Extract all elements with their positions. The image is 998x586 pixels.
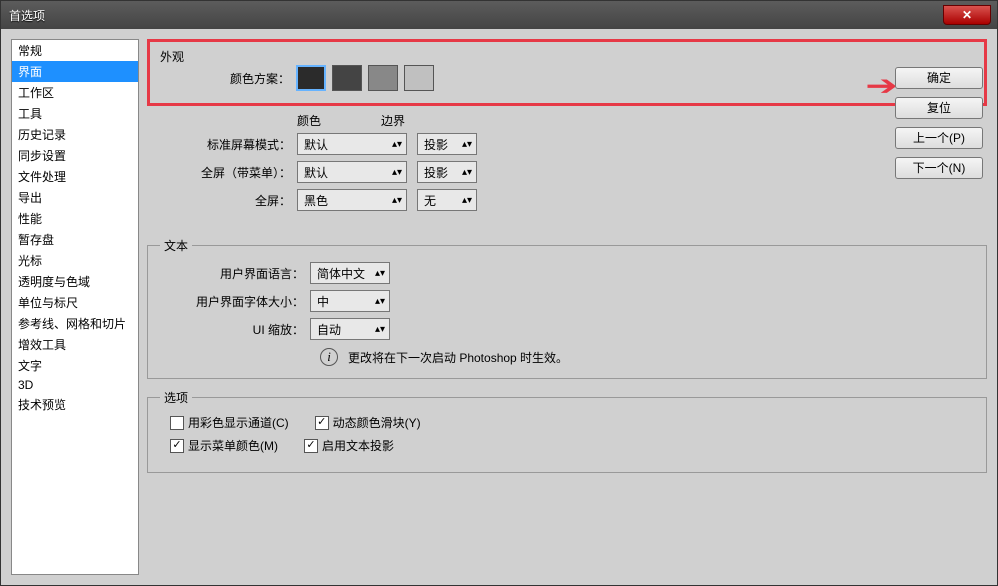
sidebar-item[interactable]: 增效工具 [12,334,138,355]
chevron-updown-icon: ▴▾ [462,139,472,150]
appearance-row: 标准屏幕模式：默认▴▾ 投影▴▾ [147,133,987,155]
text-legend: 文本 [160,237,192,254]
sidebar-item[interactable]: 参考线、网格和切片 [12,313,138,334]
chevron-updown-icon: ▴▾ [392,139,402,150]
border-select[interactable]: 投影▴▾ [417,161,477,183]
sidebar-item[interactable]: 工具 [12,103,138,124]
text-row: 用户界面语言：简体中文▴▾ [160,262,974,284]
row-label: 标准屏幕模式： [147,136,297,153]
chevron-updown-icon: ▴▾ [392,167,402,178]
border-select[interactable]: 投影▴▾ [417,133,477,155]
preferences-window: 首选项 ✕ 常规界面工作区工具历史记录同步设置文件处理导出性能暂存盘光标透明度与… [0,0,998,586]
text-fieldset: 文本 用户界面语言：简体中文▴▾用户界面字体大小：中▴▾UI 缩放：自动▴▾ i… [147,237,987,379]
category-sidebar[interactable]: 常规界面工作区工具历史记录同步设置文件处理导出性能暂存盘光标透明度与色域单位与标… [11,39,139,575]
sidebar-item[interactable]: 光标 [12,250,138,271]
color-swatch[interactable] [404,65,434,91]
sidebar-item[interactable]: 技术预览 [12,394,138,415]
sidebar-item[interactable]: 透明度与色域 [12,271,138,292]
sidebar-item[interactable]: 导出 [12,187,138,208]
options-row: ✓ 显示菜单颜色(M) ✓ 启用文本投影 [170,437,974,454]
text-row: 用户界面字体大小：中▴▾ [160,290,974,312]
row-label: 用户界面字体大小： [160,293,310,310]
options-legend: 选项 [160,389,192,406]
color-swatch[interactable] [332,65,362,91]
chevron-updown-icon: ▴▾ [375,296,385,307]
border-column-header: 边界 [381,112,405,129]
info-icon: i [320,348,338,366]
checkbox-label: 动态颜色滑块(Y) [333,414,421,431]
color-scheme-swatches [296,65,434,91]
chevron-updown-icon: ▴▾ [375,324,385,335]
color-select[interactable]: 默认▴▾ [297,161,407,183]
chevron-updown-icon: ▴▾ [462,167,472,178]
sidebar-item[interactable]: 性能 [12,208,138,229]
chevron-updown-icon: ▴▾ [375,268,385,279]
dialog-body: 常规界面工作区工具历史记录同步设置文件处理导出性能暂存盘光标透明度与色域单位与标… [1,29,997,585]
color-select[interactable]: 默认▴▾ [297,133,407,155]
color-swatch[interactable] [296,65,326,91]
sidebar-item[interactable]: 界面 [12,61,138,82]
text-select[interactable]: 自动▴▾ [310,318,390,340]
close-button[interactable]: ✕ [943,5,991,25]
appearance-fieldset: 外观 颜色方案： [156,48,978,97]
checkbox[interactable]: 用彩色显示通道(C) [170,414,289,431]
titlebar: 首选项 ✕ [1,1,997,29]
color-column-header: 颜色 [297,112,321,129]
chevron-updown-icon: ▴▾ [392,195,402,206]
sidebar-item[interactable]: 同步设置 [12,145,138,166]
checkbox-label: 显示菜单颜色(M) [188,437,278,454]
color-select[interactable]: 黑色▴▾ [297,189,407,211]
sidebar-item[interactable]: 暂存盘 [12,229,138,250]
checkbox-box [170,416,184,430]
checkbox-box: ✓ [304,439,318,453]
checkbox-label: 启用文本投影 [322,437,394,454]
annotation-highlight: 外观 颜色方案： [147,39,987,106]
column-headers: 颜色 边界 [297,112,987,129]
color-scheme-label: 颜色方案： [156,70,296,87]
prev-button[interactable]: 上一个(P) [895,127,983,149]
dialog-buttons: 确定 复位 上一个(P) 下一个(N) [895,67,983,179]
appearance-legend: 外观 [156,48,188,65]
row-label: 用户界面语言： [160,265,310,282]
sidebar-item[interactable]: 文件处理 [12,166,138,187]
next-button[interactable]: 下一个(N) [895,157,983,179]
main-panel: 外观 颜色方案： 颜色 边界 标准屏幕模式：默认▴▾投影▴▾全屏（带菜单）：默认… [147,39,987,575]
checkbox[interactable]: ✓ 启用文本投影 [304,437,394,454]
appearance-row: 全屏：黑色▴▾ 无▴▾ [147,189,987,211]
text-select[interactable]: 中▴▾ [310,290,390,312]
restart-note: 更改将在下一次启动 Photoshop 时生效。 [348,349,568,366]
reset-button[interactable]: 复位 [895,97,983,119]
checkbox-label: 用彩色显示通道(C) [188,414,289,431]
sidebar-item[interactable]: 工作区 [12,82,138,103]
ok-button[interactable]: 确定 [895,67,983,89]
sidebar-item[interactable]: 3D [12,376,138,394]
appearance-detail-fieldset: 颜色 边界 标准屏幕模式：默认▴▾ 投影▴▾ 全屏（带菜单）：默认▴▾ 投影▴▾ 全屏：… [147,112,987,227]
restart-note-row: i 更改将在下一次启动 Photoshop 时生效。 [320,348,974,366]
sidebar-item[interactable]: 历史记录 [12,124,138,145]
row-label: 全屏： [147,192,297,209]
text-row: UI 缩放：自动▴▾ [160,318,974,340]
sidebar-item[interactable]: 单位与标尺 [12,292,138,313]
checkbox[interactable]: ✓ 显示菜单颜色(M) [170,437,278,454]
options-fieldset: 选项 用彩色显示通道(C) ✓ 动态颜色滑块(Y) ✓ 显示菜单颜色(M) ✓ 启用文本投影 [147,389,987,473]
sidebar-item[interactable]: 文字 [12,355,138,376]
chevron-updown-icon: ▴▾ [462,195,472,206]
appearance-row: 全屏（带菜单）：默认▴▾ 投影▴▾ [147,161,987,183]
border-select[interactable]: 无▴▾ [417,189,477,211]
row-label: 全屏（带菜单）： [147,164,297,181]
text-select[interactable]: 简体中文▴▾ [310,262,390,284]
checkbox[interactable]: ✓ 动态颜色滑块(Y) [315,414,421,431]
checkbox-box: ✓ [170,439,184,453]
sidebar-item[interactable]: 常规 [12,40,138,61]
row-label: UI 缩放： [160,321,310,338]
options-row: 用彩色显示通道(C) ✓ 动态颜色滑块(Y) [170,414,974,431]
checkbox-box: ✓ [315,416,329,430]
color-swatch[interactable] [368,65,398,91]
window-title: 首选项 [9,7,45,24]
